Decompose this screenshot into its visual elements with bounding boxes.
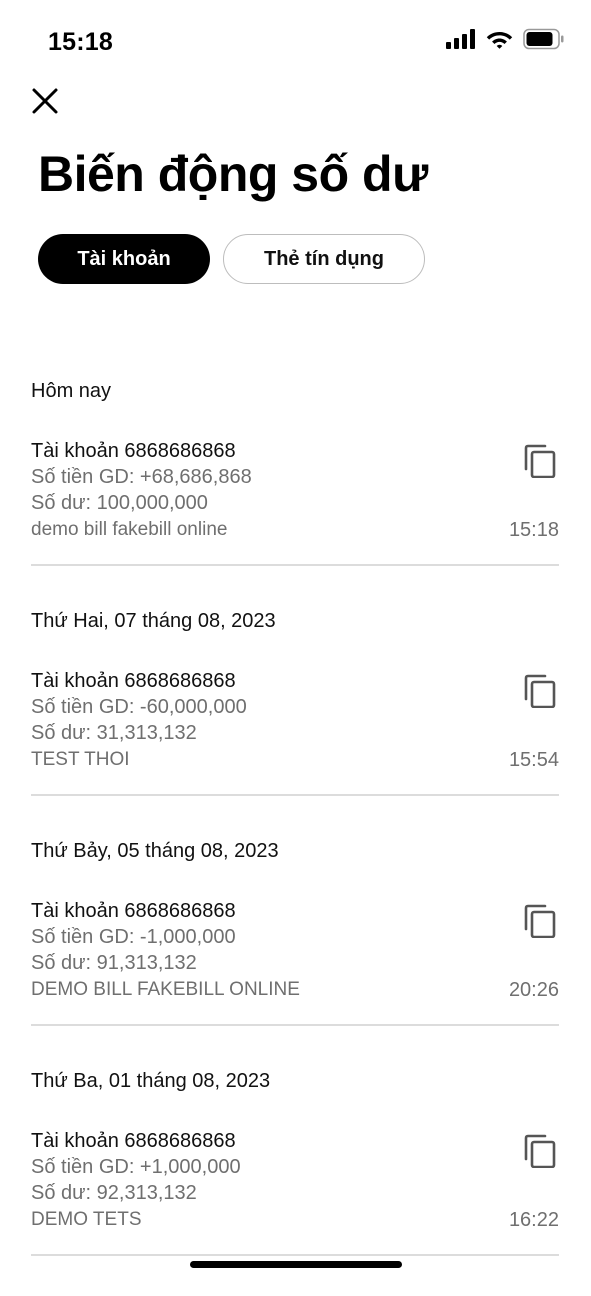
- transaction-balance: Số dư: 92,313,132: [31, 1182, 197, 1204]
- transaction-time: 16:22: [508, 1209, 559, 1231]
- copy-button[interactable]: [523, 904, 557, 939]
- wifi-icon: [486, 29, 513, 54]
- status-icons: [446, 28, 565, 55]
- tab-credit-card[interactable]: Thẻ tín dụng: [223, 234, 425, 284]
- battery-icon: [523, 28, 565, 55]
- close-button[interactable]: [30, 86, 60, 116]
- divider: [31, 1254, 559, 1256]
- copy-icon: [523, 444, 557, 482]
- transaction-description: TEST THOI: [31, 749, 130, 770]
- transaction-list: Hôm nay Tài khoản 6868686868 Số tiền GD:…: [0, 376, 591, 1296]
- tab-account[interactable]: Tài khoản: [38, 234, 210, 284]
- page-title: Biến động số dư: [38, 146, 428, 202]
- transaction-account: Tài khoản 6868686868: [31, 440, 236, 462]
- transaction-time: 15:18: [508, 519, 559, 541]
- transaction-balance: Số dư: 91,313,132: [31, 952, 197, 974]
- copy-icon: [523, 674, 557, 712]
- divider: [31, 794, 559, 796]
- date-header: Thứ Hai, 07 tháng 08, 2023: [31, 610, 276, 632]
- date-group: Thứ Bảy, 05 tháng 08, 2023 Tài khoản 686…: [0, 836, 591, 1066]
- date-group: Hôm nay Tài khoản 6868686868 Số tiền GD:…: [0, 376, 591, 606]
- transaction-amount: Số tiền GD: -1,000,000: [31, 926, 236, 948]
- transaction-amount: Số tiền GD: +1,000,000: [31, 1156, 241, 1178]
- transaction-account: Tài khoản 6868686868: [31, 900, 236, 922]
- divider: [31, 564, 559, 566]
- transaction-item[interactable]: Tài khoản 6868686868 Số tiền GD: +1,000,…: [31, 1130, 559, 1255]
- copy-button[interactable]: [523, 444, 557, 479]
- copy-button[interactable]: [523, 1134, 557, 1169]
- close-icon: [30, 88, 60, 120]
- transaction-balance: Số dư: 31,313,132: [31, 722, 197, 744]
- home-indicator[interactable]: [190, 1261, 402, 1268]
- signal-icon: [446, 29, 476, 54]
- date-group: Thứ Hai, 07 tháng 08, 2023 Tài khoản 686…: [0, 606, 591, 836]
- transaction-description: demo bill fakebill online: [31, 519, 228, 540]
- date-header: Thứ Ba, 01 tháng 08, 2023: [31, 1070, 271, 1092]
- transaction-time: 15:54: [508, 749, 559, 771]
- copy-button[interactable]: [523, 674, 557, 709]
- transaction-description: DEMO TETS: [31, 1209, 142, 1230]
- transaction-balance: Số dư: 100,000,000: [31, 492, 208, 514]
- status-time: 15:18: [48, 28, 113, 56]
- transaction-amount: Số tiền GD: +68,686,868: [31, 466, 252, 488]
- status-bar: 15:18: [0, 0, 591, 80]
- transaction-amount: Số tiền GD: -60,000,000: [31, 696, 247, 718]
- transaction-time: 20:26: [508, 979, 559, 1001]
- transaction-account: Tài khoản 6868686868: [31, 1130, 236, 1152]
- account-type-tabs: Tài khoản Thẻ tín dụng: [38, 234, 425, 284]
- date-header: Hôm nay: [31, 380, 112, 402]
- transaction-description: DEMO BILL FAKEBILL ONLINE: [31, 979, 300, 1000]
- transaction-item[interactable]: Tài khoản 6868686868 Số tiền GD: -60,000…: [31, 670, 559, 795]
- copy-icon: [523, 904, 557, 942]
- transaction-account: Tài khoản 6868686868: [31, 670, 236, 692]
- copy-icon: [523, 1134, 557, 1172]
- transaction-item[interactable]: Tài khoản 6868686868 Số tiền GD: +68,686…: [31, 440, 559, 565]
- divider: [31, 1024, 559, 1026]
- date-header: Thứ Bảy, 05 tháng 08, 2023: [31, 840, 279, 862]
- transaction-item[interactable]: Tài khoản 6868686868 Số tiền GD: -1,000,…: [31, 900, 559, 1025]
